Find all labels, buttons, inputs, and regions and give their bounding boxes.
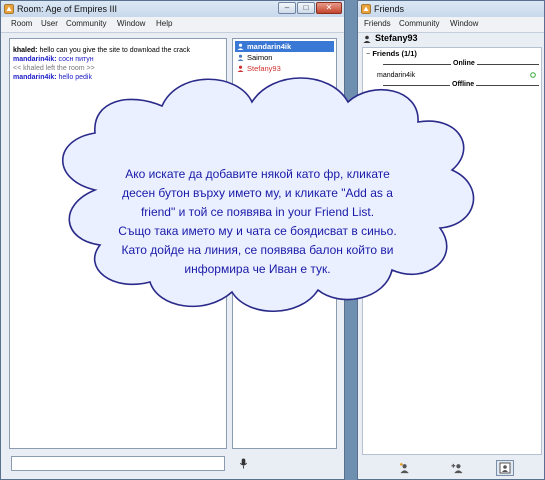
maximize-button[interactable]: □ [297,2,315,14]
chat-text: hello can you give the site to download … [37,47,191,54]
user-name: Saimon [247,53,273,62]
menu-help[interactable]: Help [156,19,172,28]
room-menubar: Room User Community Window Help [1,17,344,33]
online-dot-icon [530,72,536,78]
user-icon [363,35,371,43]
room-app-icon [4,4,14,14]
friends-titlebar[interactable]: Friends [358,1,544,18]
chat-message: khaled: hello can you give the site to d… [13,47,190,54]
user-icon [237,65,244,72]
add-friend-button[interactable] [396,460,414,476]
user-icon [237,43,244,50]
message-input[interactable] [11,456,225,471]
microphone-icon[interactable] [239,458,248,469]
offline-label: Offline [450,81,477,88]
user-list-item[interactable]: mandarin4ik [235,41,334,52]
minimize-button[interactable]: – [278,2,296,14]
close-button[interactable]: ✕ [316,2,342,14]
friends-list-button[interactable] [496,460,514,476]
chat-message: mandarin4ik: hello pedik [13,74,92,81]
online-label: Online [451,60,477,67]
chat-text: сосн питун [56,56,94,63]
chat-text: hello pedik [56,74,92,81]
user-list-item[interactable]: Stefany93 [235,63,334,74]
annotation-text: Ако искате да добавите някой като фр, кл… [95,165,420,279]
collapse-icon[interactable]: − [366,51,370,58]
friends-group-header[interactable]: − Friends (1/1) [366,49,417,58]
friends-profile: Stefany93 [358,33,544,46]
annotation-line: Като дойде на линия, се появява балон ко… [121,243,394,257]
friends-menubar: Friends Community Window [358,17,544,33]
add-group-icon [451,463,463,474]
menu-room[interactable]: Room [11,19,32,28]
room-titlebar[interactable]: Room: Age of Empires III – □ ✕ [1,1,344,18]
menu-window[interactable]: Window [117,19,145,28]
friends-list-icon [499,462,511,474]
menu-friends[interactable]: Friends [364,19,391,28]
annotation-line: friend" и той се появява in your Friend … [140,205,375,219]
menu-community[interactable]: Community [399,19,439,28]
chat-username: mandarin4ik: [13,74,57,81]
user-icon [237,54,244,61]
chat-message: mandarin4ik: сосн питун [13,56,94,63]
menu-user[interactable]: User [41,19,58,28]
annotation-line: Също така името му и чата се боядисват в… [118,224,397,238]
friend-name: mandarin4ik [377,72,416,79]
menu-community[interactable]: Community [66,19,106,28]
chat-username: mandarin4ik: [13,56,57,63]
menu-window[interactable]: Window [450,19,478,28]
user-name: Stefany93 [247,64,281,73]
room-window-title: Room: Age of Empires III [17,4,118,14]
friends-window-title: Friends [374,4,405,14]
chat-system-message: << khaled left the room >> [13,65,95,72]
friends-app-icon [361,4,371,14]
annotation-line: Ако искате да добавите някой като фр, кл… [125,167,390,181]
friend-item[interactable]: mandarin4ik [377,70,539,81]
friends-group-label: Friends (1/1) [372,49,417,58]
add-friend-icon [400,463,409,474]
annotation-line: информира че Иван е тук. [184,262,331,276]
user-name: mandarin4ik [247,42,292,51]
user-list-item[interactable]: Saimon [235,52,334,63]
annotation-line: десен бутон върху името му, и кликате "A… [122,186,393,200]
add-group-button[interactable] [448,460,466,476]
profile-name: Stefany93 [375,33,418,43]
chat-username: khaled: [13,47,38,54]
